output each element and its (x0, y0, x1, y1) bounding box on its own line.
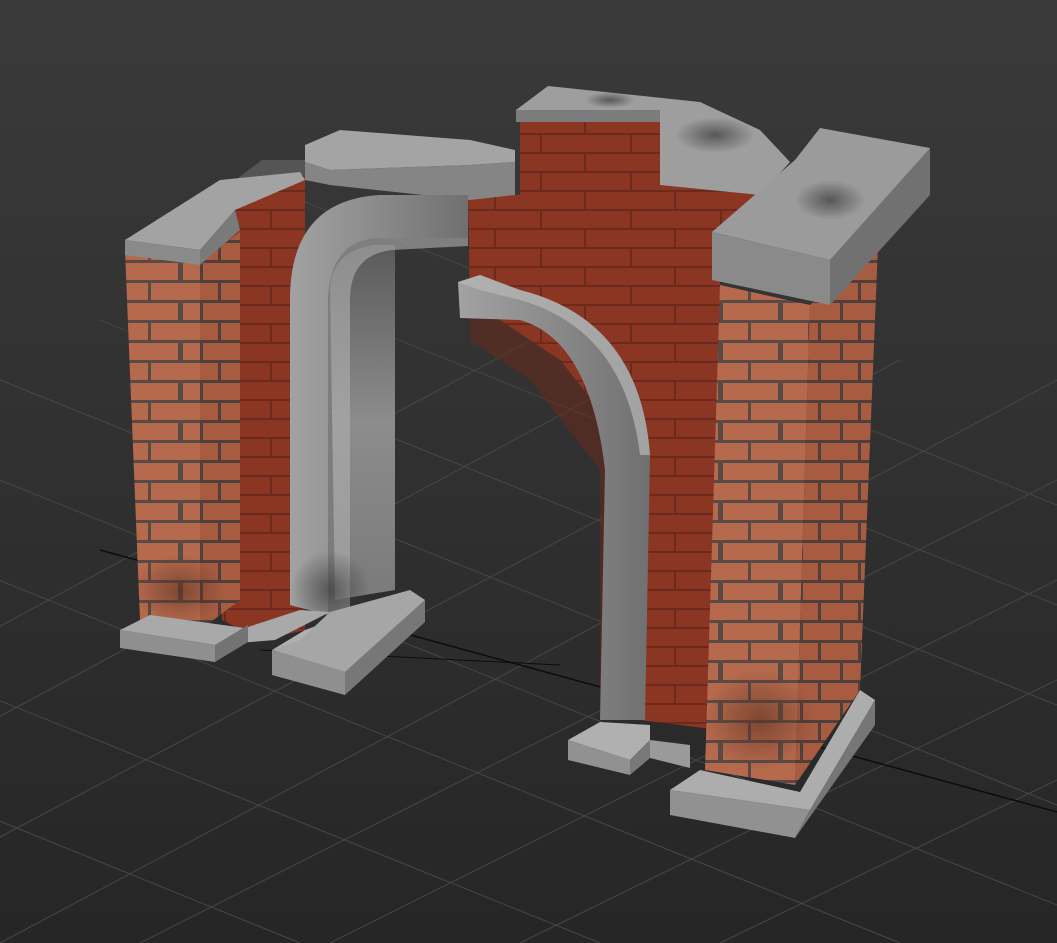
cap-grime-1 (675, 117, 755, 153)
right-pillar-dirt (705, 670, 815, 770)
cap-grime-2 (585, 92, 635, 108)
left-pillar-dirt (135, 555, 225, 625)
center-cap-front (516, 110, 660, 122)
3d-viewport[interactable] (0, 0, 1057, 943)
right-cap-grime (795, 180, 865, 220)
viewport-canvas[interactable] (0, 0, 1057, 943)
